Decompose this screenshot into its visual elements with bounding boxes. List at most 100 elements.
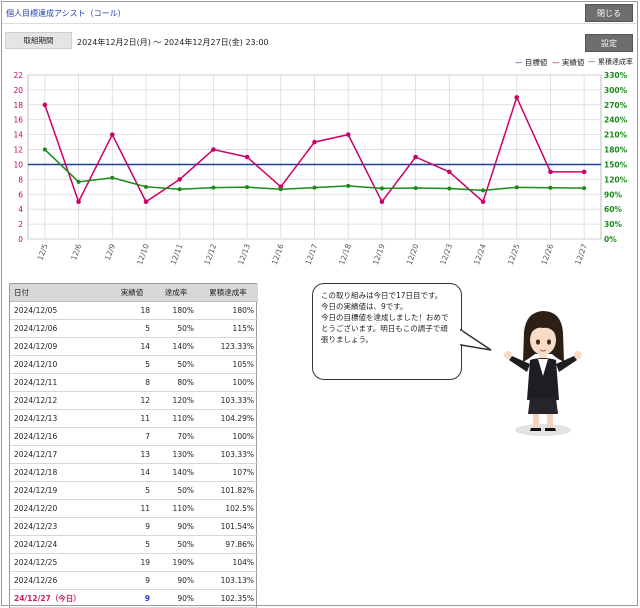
series-rate-point: [379, 186, 384, 191]
series-rate-point: [245, 185, 250, 190]
table-row: 2024/12/26 9 90% 103.13%: [10, 571, 258, 590]
series-actual-point: [76, 199, 81, 205]
x-tick-label: 12/19: [371, 242, 387, 266]
series-rate-point: [481, 188, 486, 193]
y-left-tick-label: 2: [18, 220, 23, 229]
table-row: 2024/12/24 5 50% 97.86%: [10, 535, 258, 554]
cell-cumulative: 97.86%: [198, 535, 258, 554]
cell-actual: 18: [110, 301, 154, 320]
table-row: 2024/12/13 11 110% 104.29%: [10, 409, 258, 428]
cell-cumulative: 104.29%: [198, 409, 258, 428]
cell-rate: 140%: [154, 463, 198, 482]
table-row: 2024/12/19 5 50% 101.82%: [10, 481, 258, 500]
series-actual-point: [211, 147, 216, 152]
cell-rate: 90%: [154, 517, 198, 536]
cell-date: 2024/12/16: [10, 427, 110, 446]
y-right-tick-label: 270%: [604, 101, 628, 110]
cell-cumulative: 101.82%: [198, 481, 258, 500]
cell-cumulative: 105%: [198, 355, 258, 374]
header-cumulative: 累積達成率: [198, 284, 258, 302]
series-rate-point: [278, 187, 283, 192]
y-right-tick-label: 30%: [604, 220, 622, 229]
cell-date: 2024/12/25: [10, 553, 110, 572]
y-right-tick-label: 90%: [604, 190, 622, 199]
legend-actual-label: 実績値: [561, 58, 585, 67]
cell-rate: 120%: [154, 391, 198, 410]
series-rate-point: [42, 147, 47, 152]
table-row: 2024/12/10 5 50% 105%: [10, 355, 258, 374]
cell-cumulative: 123.33%: [198, 337, 258, 356]
cell-actual: 5: [110, 481, 154, 500]
y-right-tick-label: 60%: [604, 205, 622, 214]
table-row: 2024/12/20 11 110% 102.5%: [10, 499, 258, 518]
cell-date: 2024/12/23: [10, 517, 110, 536]
series-actual-point: [143, 199, 149, 205]
table-row: 2024/12/16 7 70% 100%: [10, 427, 258, 446]
header-date: 日付: [10, 284, 110, 302]
cell-rate: 140%: [154, 337, 198, 356]
y-right-tick-label: 0%: [604, 235, 617, 244]
cell-rate: 110%: [154, 409, 198, 428]
results-table: 日付 実績値 達成率 累積達成率 2024/12/05 18 180% 180% 202…: [9, 283, 258, 608]
cell-cumulative: 101.54%: [198, 517, 258, 536]
cell-actual-today: 9: [110, 589, 154, 608]
cell-actual: 8: [110, 373, 154, 392]
x-tick-label: 12/24: [472, 242, 488, 266]
cell-date: 2024/12/06: [10, 319, 110, 338]
cell-rate: 90%: [154, 571, 198, 590]
cell-actual: 9: [110, 571, 154, 590]
cell-rate: 50%: [154, 481, 198, 500]
series-actual-point: [312, 139, 317, 145]
series-actual-point: [177, 177, 182, 182]
series-rate-point: [514, 185, 519, 190]
legend-target-label: 目標値: [524, 58, 548, 67]
series-actual-point: [244, 154, 250, 160]
series-actual-point: [42, 102, 48, 108]
table-row-today: 24/12/27（今日） 9 90% 102.35%: [10, 589, 258, 608]
cell-actual: 5: [110, 535, 154, 554]
legend-rate-swatch: —: [588, 57, 596, 66]
table-row: 2024/12/09 14 140% 123.33%: [10, 337, 258, 356]
series-actual-point: [447, 169, 452, 175]
x-tick-label: 12/27: [573, 242, 589, 266]
title-bar: 個人目標達成アシスト（コール）: [2, 2, 637, 24]
series-rate-point: [76, 179, 81, 184]
y-right-tick-label: 150%: [604, 160, 628, 169]
y-left-tick-label: 6: [18, 190, 23, 199]
legend-rate: — 累積達成率: [588, 57, 633, 67]
y-left-tick-label: 10: [13, 160, 23, 169]
y-left-tick-label: 12: [13, 146, 23, 155]
cell-date: 2024/12/20: [10, 499, 110, 518]
cell-cumulative: 104%: [198, 553, 258, 572]
y-right-tick-label: 120%: [604, 175, 628, 184]
y-right-tick-label: 330%: [604, 71, 628, 80]
x-tick-label: 12/20: [405, 242, 421, 266]
table-row: 2024/12/23 9 90% 101.54%: [10, 517, 258, 536]
series-rate-point: [177, 187, 182, 192]
y-left-tick-label: 14: [13, 131, 23, 140]
close-button[interactable]: 閉じる: [585, 4, 633, 22]
cell-date: 2024/12/13: [10, 409, 110, 428]
y-right-tick-label: 240%: [604, 116, 628, 125]
settings-button[interactable]: 設定: [585, 34, 633, 52]
cell-cumulative: 103.13%: [198, 571, 258, 590]
x-tick-label: 12/16: [270, 242, 286, 266]
series-actual-point: [109, 132, 115, 137]
cell-actual: 12: [110, 391, 154, 410]
header-rate: 達成率: [154, 284, 198, 302]
table-row: 2024/12/18 14 140% 107%: [10, 463, 258, 482]
cell-rate: 50%: [154, 319, 198, 338]
y-right-tick-label: 300%: [604, 86, 628, 95]
legend-actual: — 実績値: [552, 57, 584, 68]
series-actual-point: [480, 199, 486, 205]
cell-date: 2024/12/24: [10, 535, 110, 554]
cell-rate: 50%: [154, 355, 198, 374]
cell-rate: 190%: [154, 553, 198, 572]
x-tick-label: 12/17: [304, 242, 320, 266]
x-tick-label: 12/11: [169, 242, 185, 266]
cell-date: 2024/12/12: [10, 391, 110, 410]
cell-actual: 11: [110, 499, 154, 518]
cell-date: 2024/12/18: [10, 463, 110, 482]
x-tick-label: 12/18: [337, 242, 353, 266]
y-left-tick-label: 8: [18, 175, 23, 184]
